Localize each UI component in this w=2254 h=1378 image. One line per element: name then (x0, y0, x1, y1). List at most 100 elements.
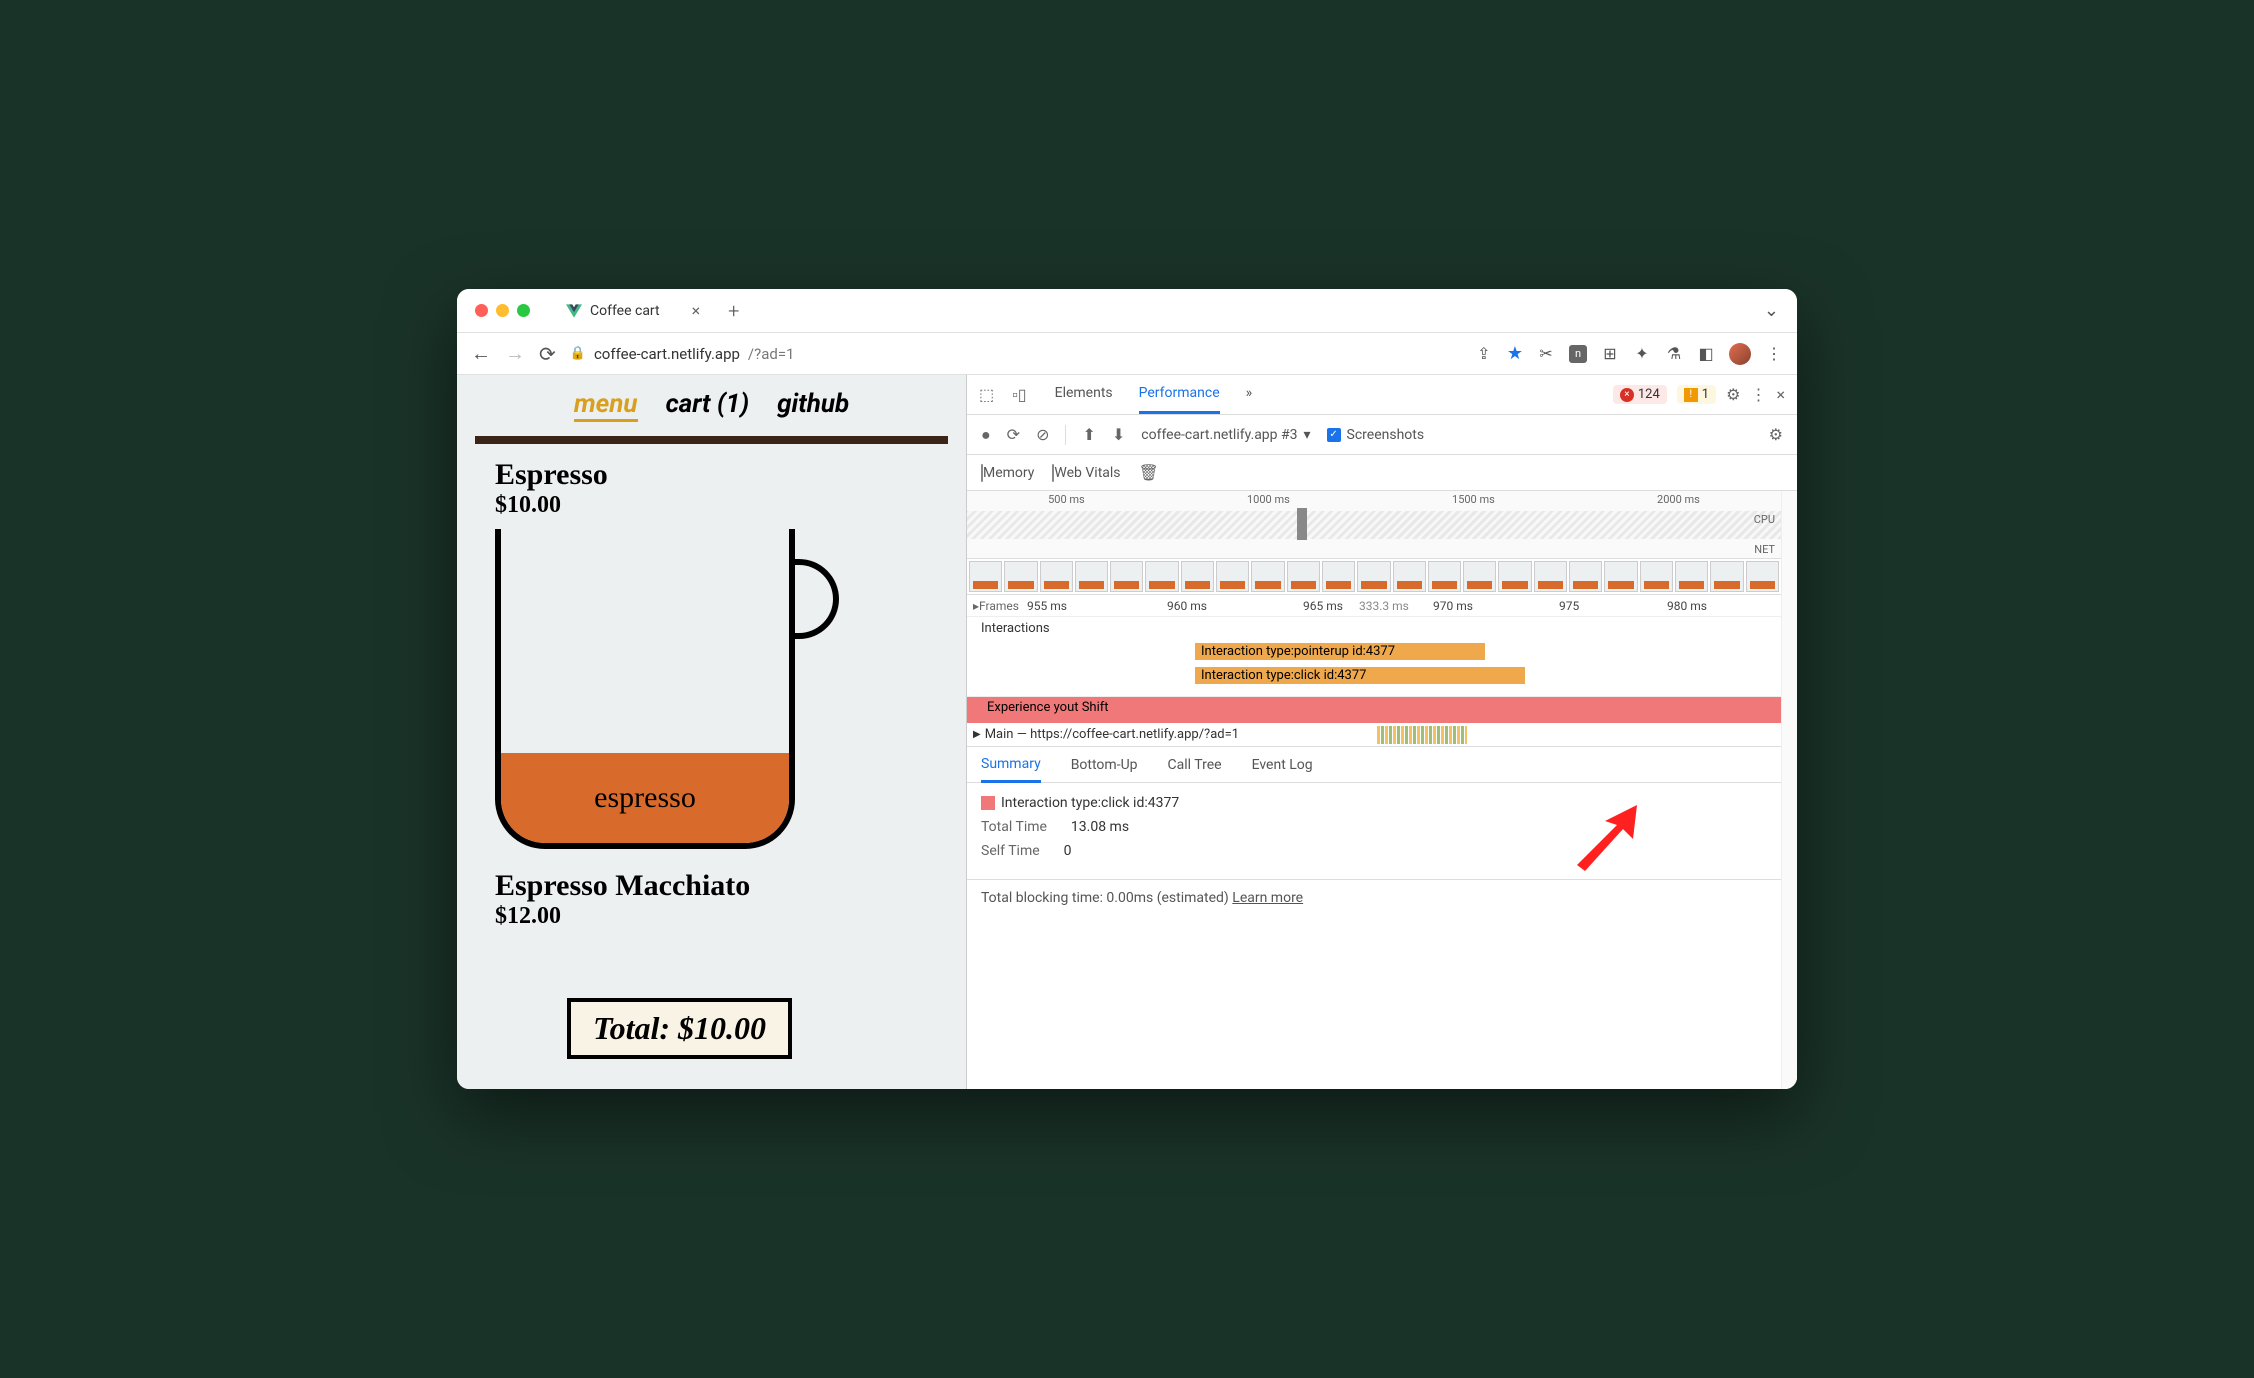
reload-button[interactable]: ⟳ (539, 342, 556, 366)
filmstrip-frame[interactable] (1357, 561, 1390, 592)
interactions-track[interactable]: Interactions Interaction type:pointerup … (967, 617, 1781, 697)
tab-bottomup[interactable]: Bottom-Up (1071, 757, 1138, 773)
profile-avatar[interactable] (1729, 343, 1751, 365)
flame-chart-icon (1377, 726, 1467, 744)
filmstrip-frame[interactable] (1181, 561, 1214, 592)
filmstrip-frame[interactable] (1463, 561, 1496, 592)
tab-title: Coffee cart (590, 303, 660, 319)
error-count: 124 (1638, 387, 1660, 402)
checkbox-checked-icon: ✓ (1327, 428, 1341, 442)
content-area: menu cart (1) github Espresso $10.00 esp… (457, 375, 1797, 1089)
experience-label: Experience yout Shift (987, 700, 1109, 715)
tab-elements[interactable]: Elements (1055, 375, 1113, 414)
inspect-icon[interactable]: ⬚ (979, 385, 994, 404)
share-icon[interactable]: ⇪ (1475, 345, 1493, 363)
filmstrip-frame[interactable] (1675, 561, 1708, 592)
filmstrip-frame[interactable] (1569, 561, 1602, 592)
interaction-bar-pointerup[interactable]: Interaction type:pointerup id:4377 (1195, 643, 1485, 660)
ov-tick: 1000 ms (1247, 493, 1290, 506)
reload-record-icon[interactable]: ⟳ (1007, 425, 1020, 444)
forward-button[interactable]: → (505, 341, 525, 366)
record-icon[interactable]: ● (981, 425, 991, 445)
filmstrip-frame[interactable] (1216, 561, 1249, 592)
settings-gear-icon[interactable]: ⚙ (1726, 385, 1740, 404)
browser-tab[interactable]: Coffee cart × (550, 293, 716, 328)
bookmark-star-icon[interactable]: ★ (1507, 343, 1523, 364)
scrollbar[interactable] (1781, 491, 1797, 1089)
filmstrip-frame[interactable] (1251, 561, 1284, 592)
filmstrip-frame[interactable] (1604, 561, 1637, 592)
memory-toggle[interactable]: Memory (981, 465, 1034, 481)
back-button[interactable]: ← (471, 341, 491, 366)
menu-icon[interactable]: ⋮ (1765, 345, 1783, 363)
trash-icon[interactable]: 🗑 (1139, 463, 1159, 482)
extension-grid-icon[interactable]: ⊞ (1601, 345, 1619, 363)
tab-calltree[interactable]: Call Tree (1168, 757, 1222, 773)
filmstrip-frame[interactable] (1004, 561, 1037, 592)
devtools-body: 500 ms 1000 ms 1500 ms 2000 ms CPU NET (967, 491, 1797, 1089)
sidepanel-icon[interactable]: ◧ (1697, 345, 1715, 363)
url-field[interactable]: 🔒 coffee-cart.netlify.app/?ad=1 (570, 345, 1461, 363)
close-devtools-icon[interactable]: × (1776, 385, 1785, 404)
extension-n-icon[interactable]: n (1569, 345, 1587, 363)
product-card[interactable]: Espresso $10.00 espresso (457, 458, 966, 849)
filmstrip-frame[interactable] (1145, 561, 1178, 592)
learn-more-link[interactable]: Learn more (1232, 890, 1303, 906)
new-tab-button[interactable]: + (728, 299, 739, 323)
download-icon[interactable]: ⬇ (1112, 425, 1125, 444)
tab-more[interactable]: » (1246, 375, 1253, 414)
tick: 965 ms (1303, 599, 1343, 613)
tick: 955 ms (1027, 599, 1067, 613)
nav-github[interactable]: github (777, 389, 849, 422)
tabs-menu-icon[interactable]: ⌄ (1764, 300, 1779, 321)
tab-performance[interactable]: Performance (1139, 375, 1220, 414)
interaction-bar-click[interactable]: Interaction type:click id:4377 (1195, 667, 1525, 684)
filmstrip-frame[interactable] (1322, 561, 1355, 592)
experience-track[interactable]: Experience yout Shift (967, 697, 1781, 723)
nav-menu[interactable]: menu (574, 389, 638, 422)
timeline-ruler[interactable]: ▸ Frames 955 ms 960 ms 965 ms 333.3 ms 9… (967, 595, 1781, 617)
filmstrip-frame[interactable] (969, 561, 1002, 592)
main-thread-track[interactable]: ▶ Main — https://coffee-cart.netlify.app… (967, 723, 1781, 747)
filmstrip-frame[interactable] (1075, 561, 1108, 592)
screenshot-filmstrip[interactable] (967, 559, 1781, 595)
filmstrip-frame[interactable] (1428, 561, 1461, 592)
filmstrip-frame[interactable] (1393, 561, 1426, 592)
minimize-window-icon[interactable] (496, 304, 509, 317)
filmstrip-frame[interactable] (1110, 561, 1143, 592)
site-nav: menu cart (1) github (457, 375, 966, 430)
upload-icon[interactable]: ⬆ (1082, 425, 1095, 444)
filmstrip-frame[interactable] (1534, 561, 1567, 592)
close-window-icon[interactable] (475, 304, 488, 317)
warning-badge[interactable]: !1 (1677, 385, 1716, 404)
screenshots-toggle[interactable]: ✓ Screenshots (1327, 427, 1425, 443)
cart-total[interactable]: Total: $10.00 (567, 998, 792, 1059)
capture-settings-gear-icon[interactable]: ⚙ (1769, 425, 1783, 444)
device-toggle-icon[interactable]: ▫▯ (1012, 385, 1026, 405)
filmstrip-frame[interactable] (1498, 561, 1531, 592)
error-badge[interactable]: ×124 (1613, 385, 1667, 404)
labs-icon[interactable]: ⚗ (1665, 345, 1683, 363)
extensions-icon[interactable]: ✦ (1633, 345, 1651, 363)
tab-eventlog[interactable]: Event Log (1252, 757, 1313, 773)
self-time-value: 0 (1064, 843, 1072, 859)
scissors-icon[interactable]: ✂ (1537, 345, 1555, 363)
filmstrip-frame[interactable] (1710, 561, 1743, 592)
filmstrip-frame[interactable] (1040, 561, 1073, 592)
filmstrip-frame[interactable] (1640, 561, 1673, 592)
maximize-window-icon[interactable] (517, 304, 530, 317)
product-card-2[interactable]: Espresso Macchiato $12.00 (457, 849, 966, 930)
filmstrip-frame[interactable] (1746, 561, 1779, 592)
clear-icon[interactable]: ⊘ (1036, 425, 1049, 444)
expand-icon[interactable]: ▶ (973, 729, 981, 740)
tab-summary[interactable]: Summary (981, 756, 1041, 783)
more-icon[interactable]: ⋮ (1750, 385, 1766, 404)
nav-cart[interactable]: cart (1) (666, 389, 750, 422)
overview-strip[interactable]: 500 ms 1000 ms 1500 ms 2000 ms CPU NET (967, 491, 1781, 559)
main-label: Main — https://coffee-cart.netlify.app/?… (985, 727, 1239, 742)
filmstrip-frame[interactable] (1287, 561, 1320, 592)
tab-close-icon[interactable]: × (692, 301, 701, 320)
recording-select[interactable]: coffee-cart.netlify.app #3 ▾ (1141, 427, 1310, 443)
window-controls (475, 304, 530, 317)
webvitals-toggle[interactable]: Web Vitals (1052, 465, 1120, 481)
